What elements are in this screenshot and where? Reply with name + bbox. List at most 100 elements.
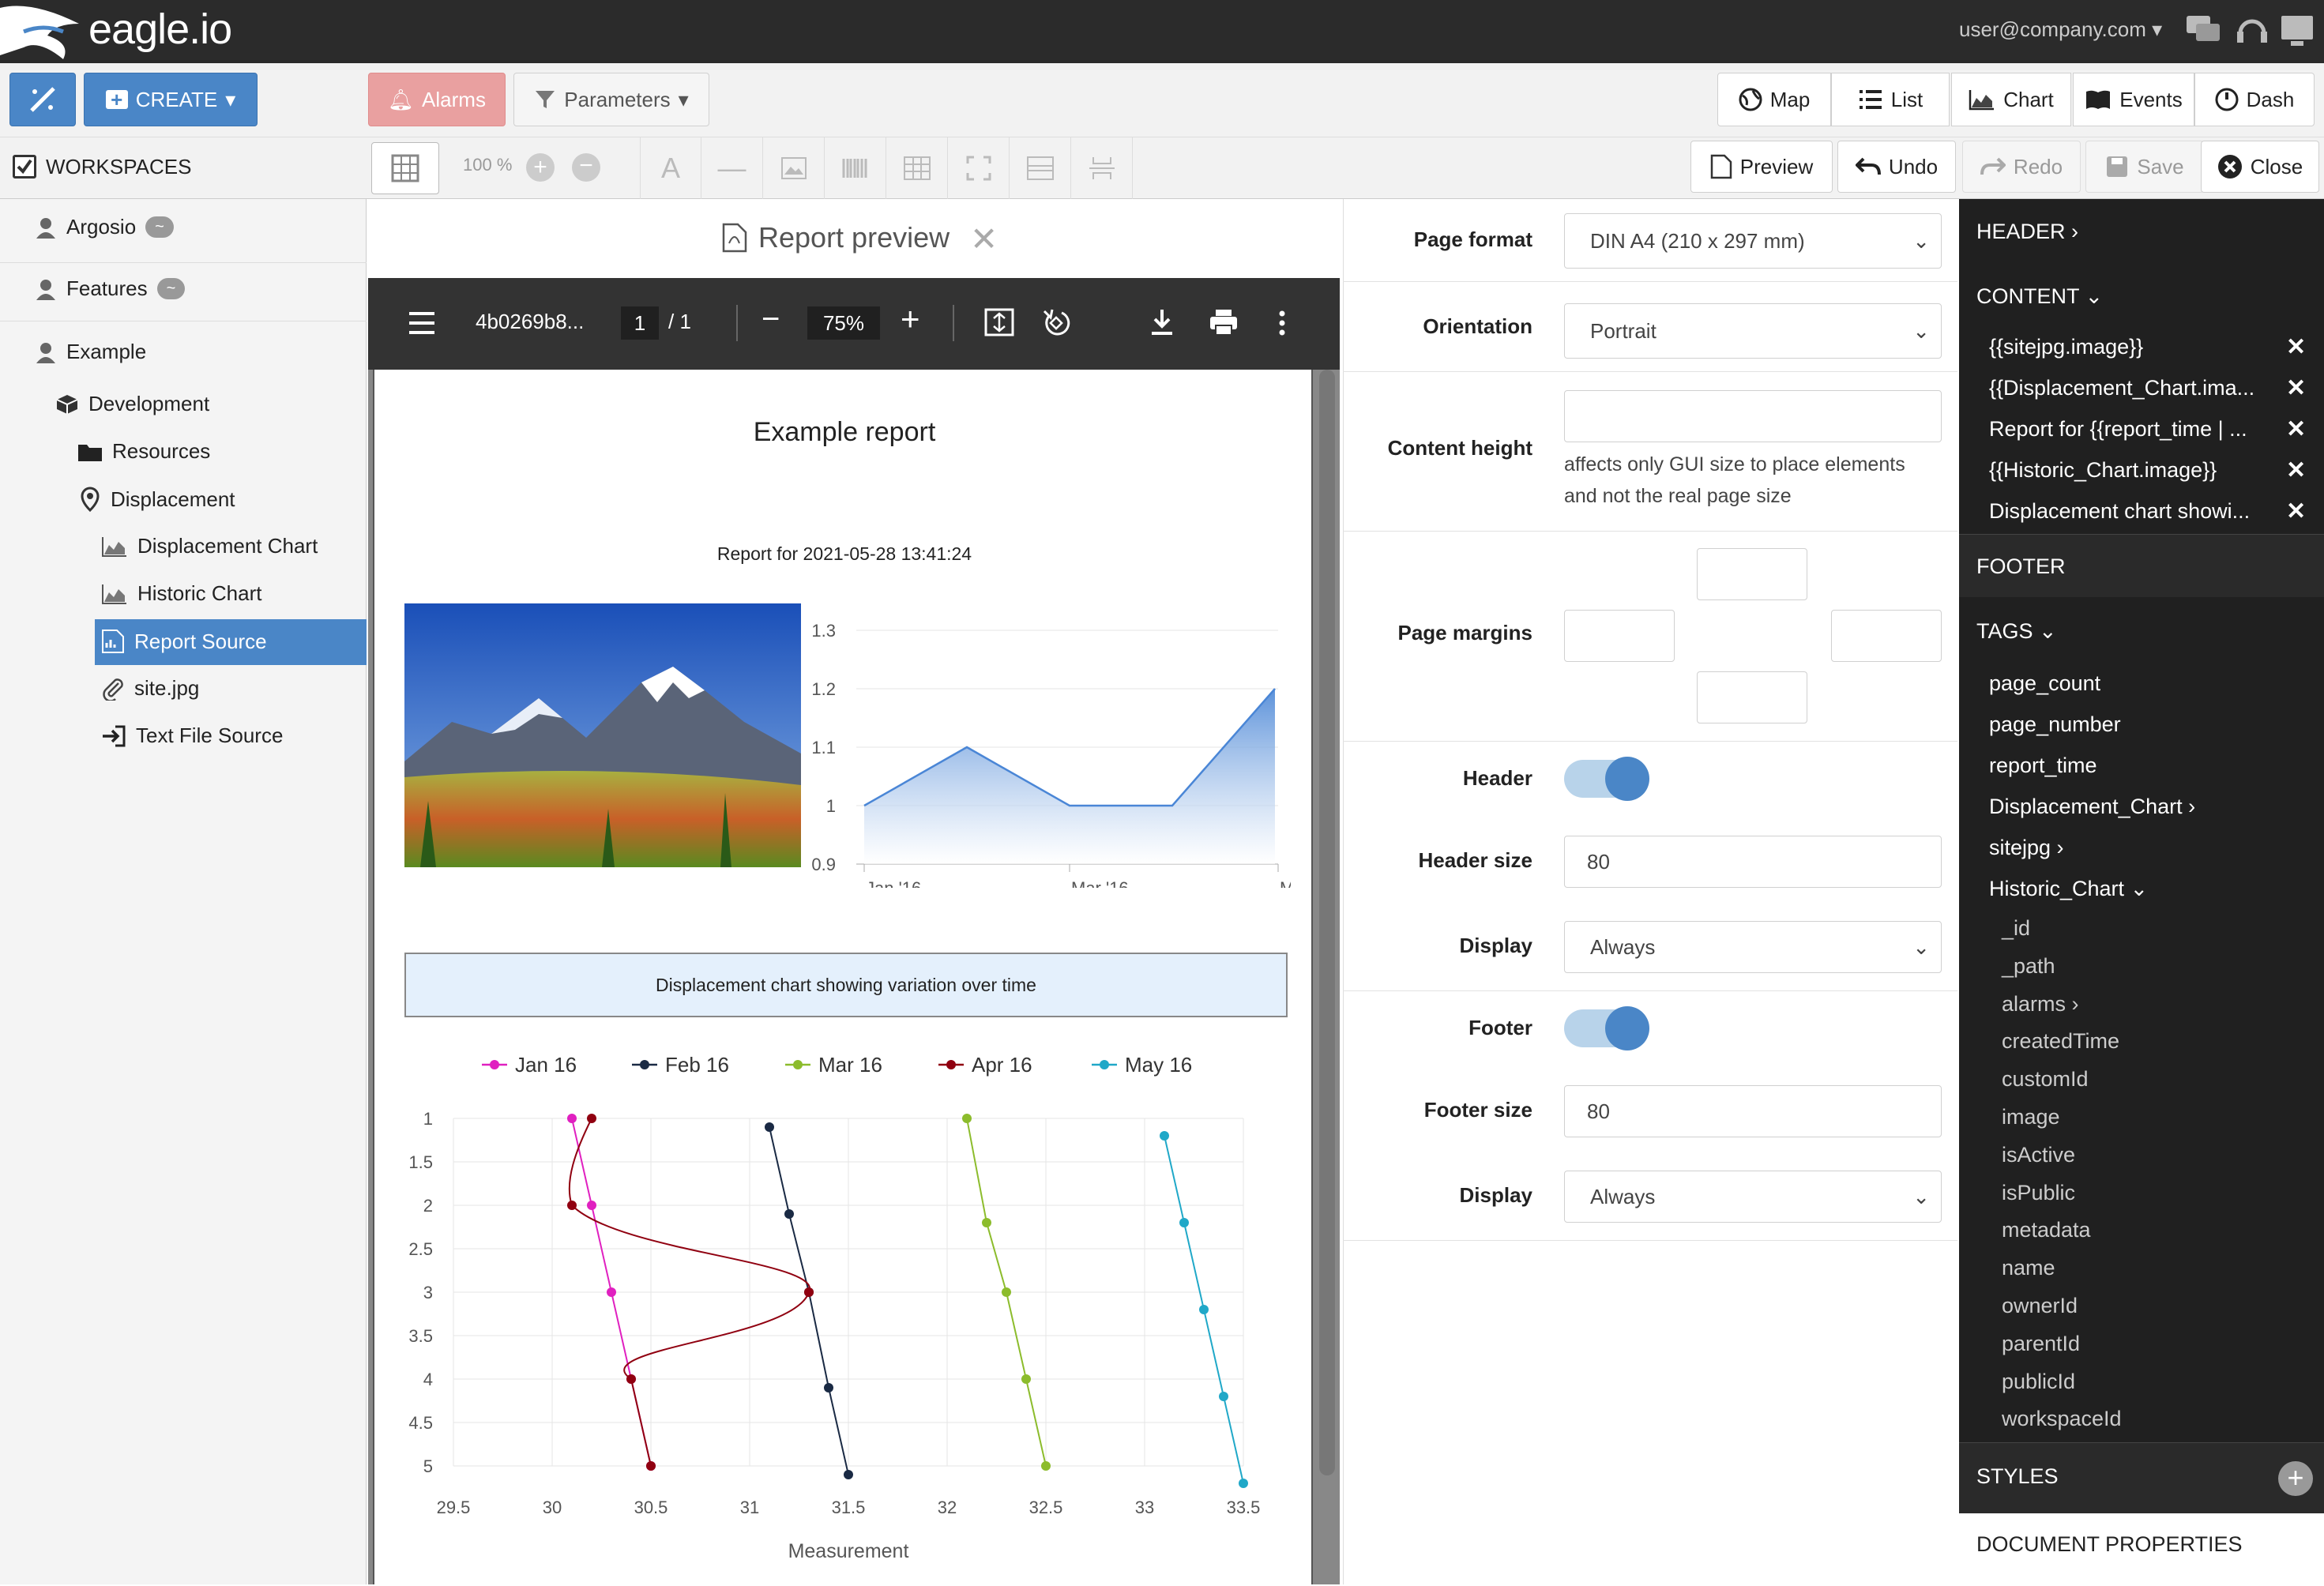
view-events-button[interactable]: Events (2073, 73, 2194, 126)
page-format-select[interactable]: DIN A4 (210 x 297 mm) ⌄ (1564, 213, 1942, 269)
undo-button[interactable]: Undo (1837, 141, 1956, 193)
remove-item-icon[interactable]: ✕ (2286, 457, 2306, 484)
download-icon[interactable] (1149, 308, 1175, 336)
content-height-input[interactable] (1564, 390, 1942, 442)
margin-bottom-input[interactable] (1697, 671, 1807, 723)
tag-field-item[interactable]: customId (2002, 1067, 2089, 1092)
footer-display-select[interactable]: Always ⌄ (1564, 1171, 1942, 1223)
table-tool-icon[interactable] (886, 137, 948, 199)
tag-item[interactable]: page_number (1989, 712, 2121, 737)
styles-section[interactable]: STYLES (1976, 1464, 2059, 1489)
view-list-button[interactable]: List (1831, 73, 1950, 126)
tags-section[interactable]: TAGS ⌄ (1976, 619, 2057, 644)
remove-item-icon[interactable]: ✕ (2286, 498, 2306, 525)
tag-field-item[interactable]: ownerId (2002, 1294, 2078, 1318)
pdf-zoom-input[interactable]: 75% (807, 306, 880, 340)
workspaces-checkbox[interactable] (13, 155, 36, 179)
tag-field-item[interactable]: _path (2002, 954, 2055, 979)
tree-item-text-file-source[interactable]: Text File Source (101, 723, 283, 748)
pdf-zoom-out-icon[interactable]: − (762, 302, 780, 337)
chat-icon[interactable] (2185, 14, 2221, 46)
footer-toggle[interactable] (1564, 1006, 1649, 1050)
create-button[interactable]: + CREATE ▾ (84, 73, 258, 126)
parameters-button[interactable]: Parameters ▾ (513, 73, 709, 126)
frame-tool-icon[interactable] (948, 137, 1010, 199)
content-section[interactable]: CONTENT ⌄ (1976, 284, 2103, 309)
view-dash-button[interactable]: Dash (2194, 73, 2315, 126)
document-properties-section[interactable]: DOCUMENT PROPERTIES (1976, 1532, 2243, 1557)
tag-field-item[interactable]: publicId (2002, 1370, 2075, 1394)
user-menu[interactable]: user@company.com ▾ (1959, 17, 2162, 42)
tag-field-item[interactable]: workspaceId (2002, 1407, 2122, 1431)
footer-section[interactable]: FOOTER (1976, 554, 2066, 579)
tree-item-site-jpg[interactable]: site.jpg (101, 676, 199, 701)
zoom-in-button[interactable]: + (526, 153, 555, 182)
content-item[interactable]: {{Historic_Chart.image}} (1989, 458, 2269, 483)
image-tool-icon[interactable] (763, 137, 825, 199)
content-item[interactable]: {{sitejpg.image}} (1989, 335, 2269, 359)
pdf-page-input[interactable]: 1 (621, 306, 659, 340)
rotate-icon[interactable] (1041, 306, 1073, 338)
tree-item-resources[interactable]: Resources (77, 439, 210, 464)
tag-field-item[interactable]: _id (2002, 916, 2030, 941)
view-chart-button[interactable]: Chart (1951, 73, 2071, 126)
more-options-icon[interactable] (1277, 310, 1288, 338)
orientation-select[interactable]: Portrait ⌄ (1564, 303, 1942, 359)
tree-item-displacement[interactable]: Displacement (79, 487, 235, 512)
tree-item-features[interactable]: Features ~ (35, 276, 186, 301)
tag-field-item[interactable]: name (2002, 1256, 2055, 1280)
header-toggle[interactable] (1564, 757, 1649, 801)
tag-field-item[interactable]: metadata (2002, 1218, 2091, 1242)
tree-item-displacement-chart[interactable]: Displacement Chart (101, 534, 318, 558)
toggle-edit-button[interactable] (9, 73, 76, 126)
save-button[interactable]: Save (2085, 141, 2204, 193)
tag-item[interactable]: sitejpg › (1989, 836, 2064, 860)
header-section[interactable]: HEADER › (1976, 220, 2078, 244)
tree-item-report-source[interactable]: Report Source (101, 629, 267, 654)
tag-field-item[interactable]: isPublic (2002, 1181, 2075, 1205)
tag-item[interactable]: Historic_Chart ⌄ (1989, 877, 2148, 901)
tag-item[interactable]: Displacement_Chart › (1989, 795, 2195, 819)
tag-field-item[interactable]: isActive (2002, 1143, 2075, 1167)
grid-toggle-button[interactable] (371, 142, 439, 194)
header-size-input[interactable]: 80 (1564, 836, 1942, 888)
footer-size-input[interactable]: 80 (1564, 1085, 1942, 1137)
close-button[interactable]: Close (2201, 141, 2319, 193)
text-tool-icon[interactable]: A (640, 137, 701, 199)
remove-item-icon[interactable]: ✕ (2286, 333, 2306, 361)
tree-item-argosio[interactable]: Argosio ~ (35, 215, 174, 239)
alarms-button[interactable]: 🔔︎ Alarms (368, 73, 506, 126)
header-display-select[interactable]: Always ⌄ (1564, 921, 1942, 973)
tag-item[interactable]: page_count (1989, 671, 2100, 696)
line-tool-icon[interactable]: — (701, 137, 763, 199)
margin-right-input[interactable] (1831, 610, 1942, 662)
view-map-button[interactable]: Map (1717, 73, 1831, 126)
remove-item-icon[interactable]: ✕ (2286, 415, 2306, 443)
margin-top-input[interactable] (1697, 548, 1807, 600)
content-item[interactable]: Report for {{report_time | ... (1989, 417, 2269, 442)
pdf-scrollbar[interactable] (1319, 370, 1335, 1475)
tag-field-item[interactable]: createdTime (2002, 1029, 2119, 1054)
barcode-tool-icon[interactable] (825, 137, 886, 199)
zoom-out-button[interactable]: − (572, 153, 600, 182)
margin-left-input[interactable] (1564, 610, 1675, 662)
add-style-button[interactable]: + (2278, 1461, 2313, 1496)
hamburger-menu-icon[interactable] (408, 311, 436, 335)
tag-field-item[interactable]: parentId (2002, 1332, 2080, 1356)
close-preview-icon[interactable]: ✕ (970, 220, 998, 258)
tag-field-item[interactable]: alarms › (2002, 992, 2079, 1017)
redo-button[interactable]: Redo (1962, 141, 2081, 193)
tree-item-development[interactable]: Development (55, 392, 209, 416)
content-item[interactable]: {{Displacement_Chart.ima... (1989, 376, 2269, 400)
pdf-zoom-in-icon[interactable]: + (901, 300, 920, 338)
fit-page-icon[interactable] (984, 308, 1014, 336)
page-break-tool-icon[interactable] (1071, 137, 1133, 199)
content-item[interactable]: Displacement chart showi... (1989, 499, 2269, 524)
tree-item-historic-chart[interactable]: Historic Chart (101, 581, 261, 606)
remove-item-icon[interactable]: ✕ (2286, 374, 2306, 402)
support-headset-icon[interactable] (2236, 14, 2269, 47)
print-icon[interactable] (1209, 308, 1239, 336)
tag-field-item[interactable]: image (2002, 1105, 2060, 1129)
tree-item-example[interactable]: Example (35, 340, 146, 364)
monitor-icon[interactable] (2280, 14, 2315, 47)
